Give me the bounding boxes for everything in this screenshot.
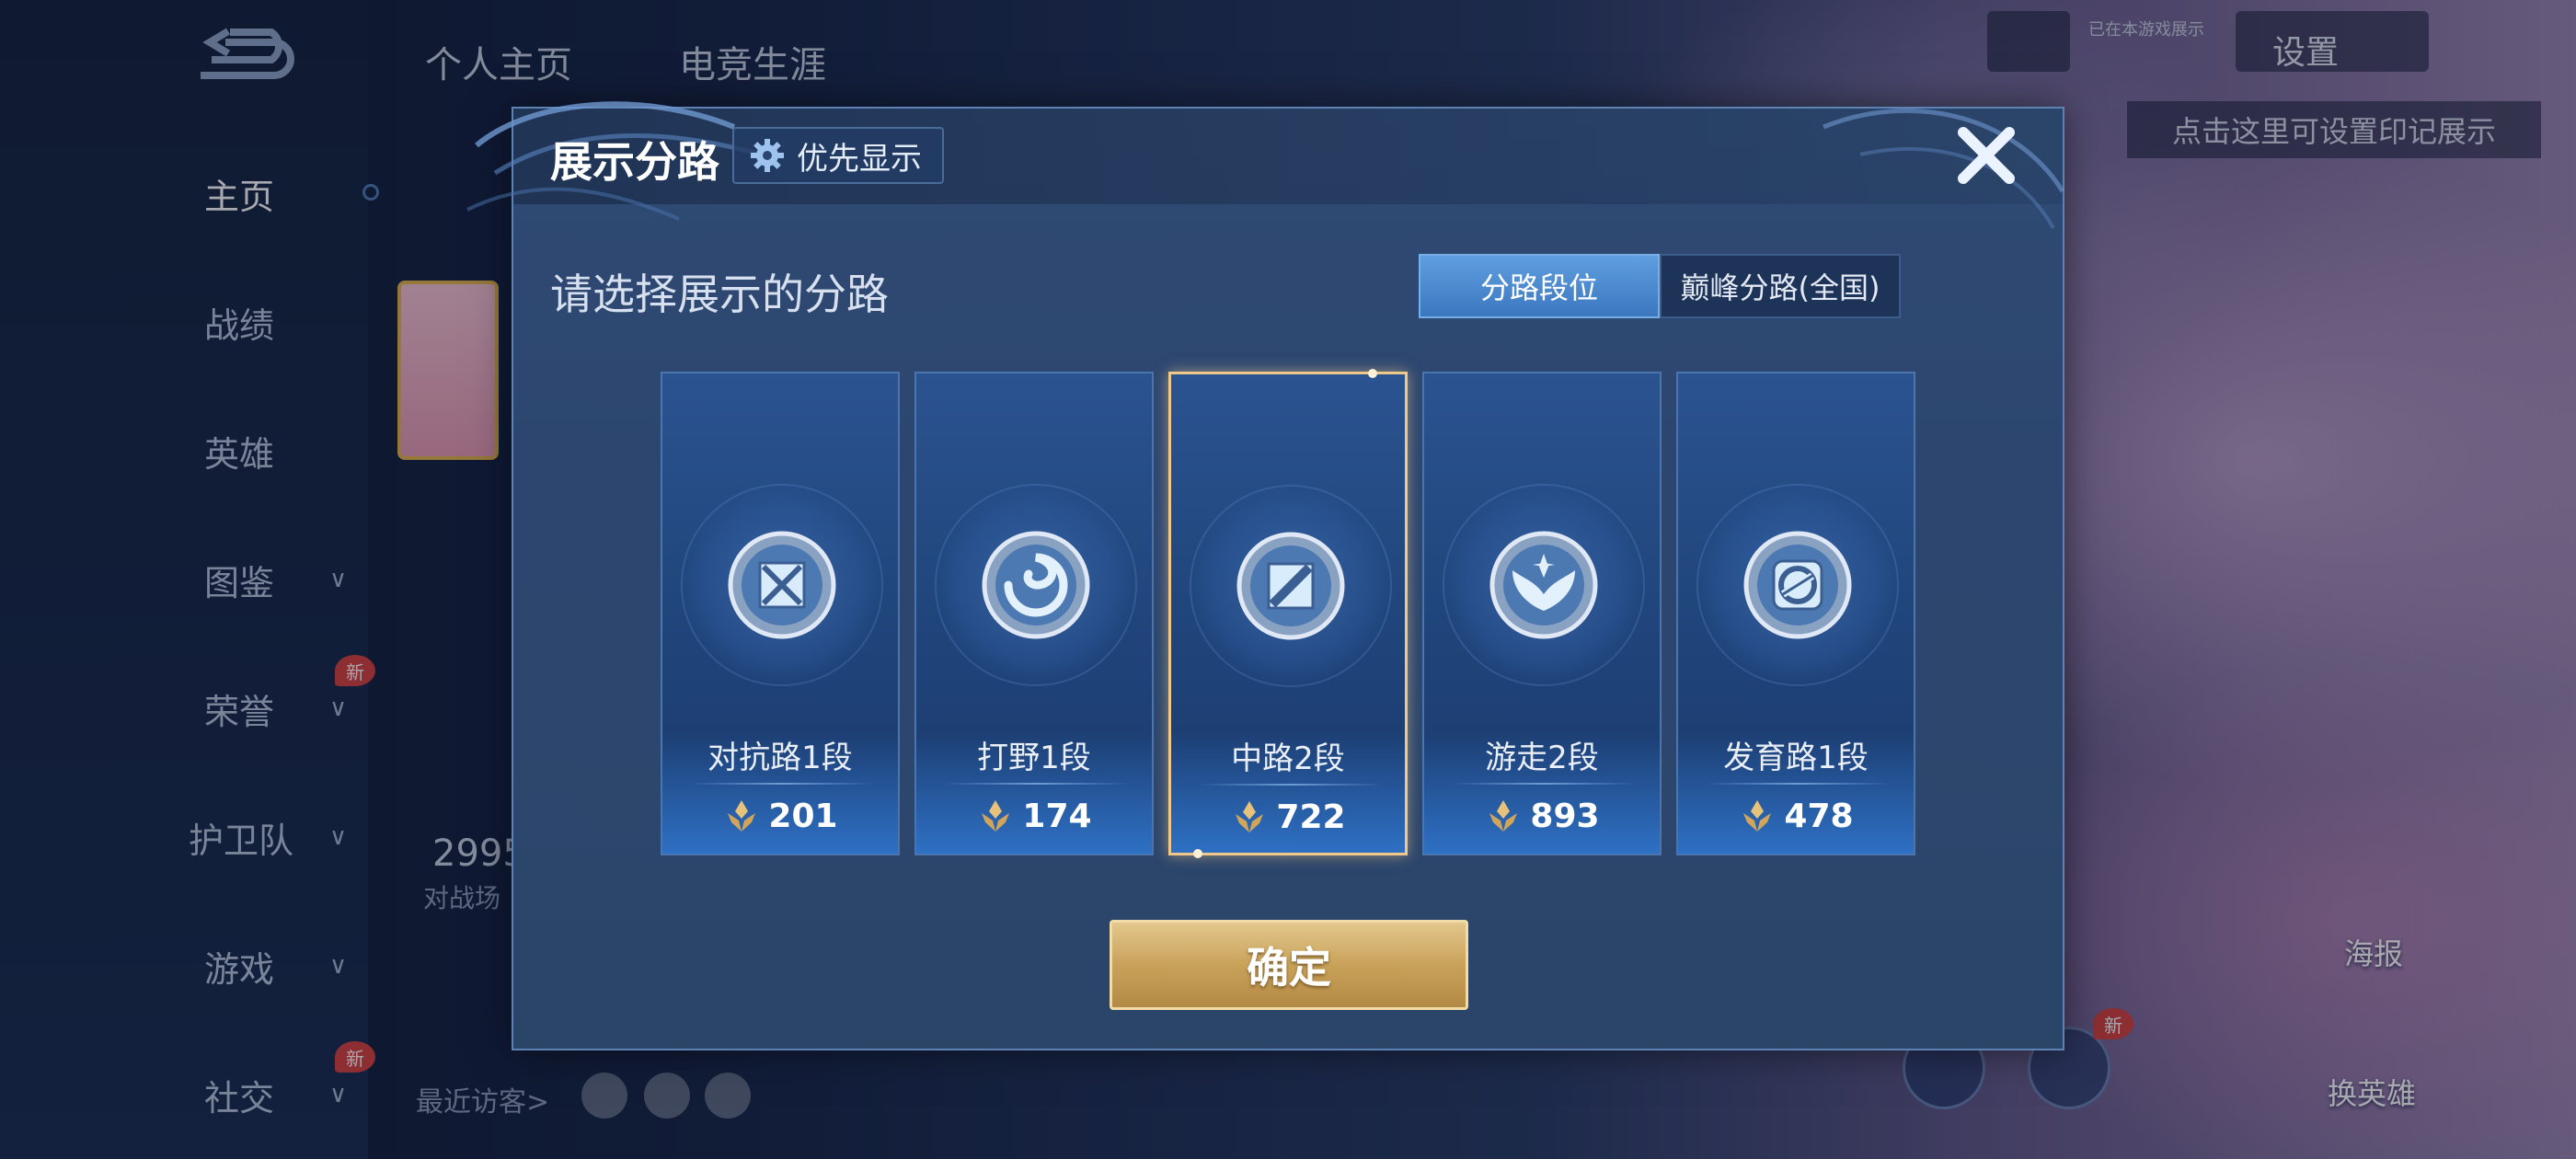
lane-rank-label: 中路2段: [1231, 740, 1345, 777]
mid-slash-icon: [1236, 532, 1345, 640]
rank-points-icon: [1236, 801, 1264, 832]
lane-card-top[interactable]: 对抗路1段 201: [661, 372, 900, 855]
rank-points-icon: [982, 800, 1010, 832]
tab-peak-lane-national[interactable]: 巅峰分路(全国): [1660, 254, 1901, 318]
dialog-title: 展示分路: [550, 137, 719, 187]
lane-rank-label: 对抗路1段: [707, 740, 853, 776]
lane-card-bottom[interactable]: 发育路1段 478: [1676, 372, 1915, 855]
lane-score: 201: [662, 797, 898, 835]
rank-points-icon: [1743, 800, 1772, 832]
lane-display-dialog: 展示分路 优先显示 请选择展示的分路 分路段位 巅峰分路(全国) 对抗路1段 2…: [466, 101, 2065, 1050]
dialog-subtitle: 请选择展示的分路: [550, 270, 889, 319]
close-icon[interactable]: [1952, 121, 2020, 189]
priority-display-button[interactable]: 优先显示: [732, 127, 944, 184]
divider: [1706, 783, 1890, 785]
divider: [1452, 783, 1636, 785]
priority-display-label: 优先显示: [797, 140, 922, 178]
confirm-button[interactable]: 确定: [1110, 920, 1468, 1010]
rank-points-icon: [728, 800, 756, 832]
divider: [690, 783, 874, 785]
selection-corner-dot: [1193, 849, 1202, 858]
lane-rank-label: 打野1段: [977, 740, 1091, 776]
crossed-swords-icon: [728, 531, 836, 639]
lane-score-value: 478: [1784, 797, 1854, 835]
selection-corner-dot: [1368, 369, 1377, 378]
lane-rank-label: 游走2段: [1485, 740, 1599, 776]
rank-points-icon: [1489, 800, 1518, 832]
tab-lane-rank[interactable]: 分路段位: [1419, 254, 1660, 318]
lane-score: 722: [1171, 798, 1405, 836]
lane-score: 478: [1678, 797, 1914, 835]
lane-score-value: 893: [1530, 797, 1600, 835]
swirl-decoration: [1823, 108, 2065, 229]
lane-rank-label: 发育路1段: [1723, 740, 1869, 776]
divider: [1199, 784, 1383, 786]
lane-card-mid[interactable]: 中路2段 722: [1168, 369, 1408, 858]
split-circle-icon: [1743, 531, 1852, 639]
gear-icon: [751, 139, 784, 172]
lane-score-value: 201: [768, 797, 838, 835]
lane-card-roam[interactable]: 游走2段 893: [1422, 372, 1662, 855]
lane-card-jungle[interactable]: 打野1段 174: [914, 372, 1154, 855]
swirl-claw-icon: [982, 531, 1090, 639]
winged-star-icon: [1489, 531, 1598, 639]
lane-score-value: 722: [1276, 798, 1346, 836]
lane-score: 893: [1424, 797, 1660, 835]
lane-score-value: 174: [1022, 797, 1092, 835]
divider: [944, 783, 1128, 785]
lane-score: 174: [916, 797, 1152, 835]
